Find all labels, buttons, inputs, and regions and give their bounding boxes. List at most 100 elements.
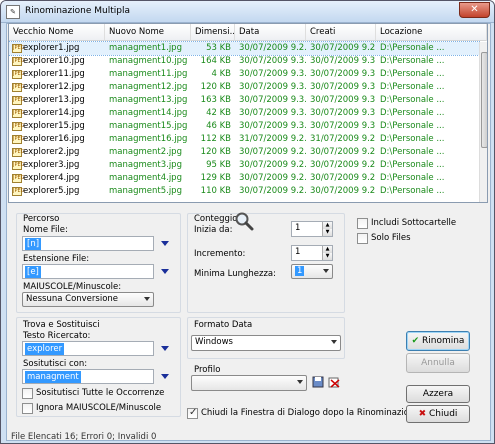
incremento-spinner[interactable]: 1 ▲ ▼ bbox=[291, 245, 333, 261]
table-row[interactable]: JPEG explorer16.jpg managment16.jpg 112 KB 3… bbox=[9, 133, 479, 146]
estensione-menu-arrow-icon[interactable] bbox=[161, 269, 169, 274]
cell-size: 42 KB bbox=[206, 108, 231, 118]
col-header-date[interactable]: Data bbox=[235, 24, 306, 41]
chiudi-button[interactable]: ✖ Chiudi bbox=[406, 405, 470, 423]
col-header-new-name[interactable]: Nuovo Nome bbox=[105, 24, 191, 41]
cell-date: 30/07/2009 9.3... bbox=[239, 95, 306, 105]
jpeg-file-icon: JPEG bbox=[12, 148, 25, 157]
chevron-down-icon bbox=[297, 380, 303, 384]
cell-new: managment4.jpg bbox=[109, 173, 182, 183]
cell-new: managment5.jpg bbox=[109, 186, 182, 196]
table-row[interactable]: JPEG explorer14.jpg managment14.jpg 42 KB 30… bbox=[9, 107, 479, 120]
testo-input[interactable]: explorer bbox=[22, 341, 154, 356]
case-select-value: Nessuna Conversione bbox=[26, 294, 119, 304]
chevron-down-icon bbox=[144, 297, 150, 301]
cell-created: 30/07/2009 9.3... bbox=[310, 121, 376, 131]
cell-loc: D:\Personale ... bbox=[380, 108, 445, 118]
cell-loc: D:\Personale ... bbox=[380, 56, 445, 66]
delete-profile-icon[interactable] bbox=[328, 376, 340, 388]
col-header-old-name[interactable]: Vecchio Nome bbox=[9, 24, 105, 41]
sostituisci-menu-arrow-icon[interactable] bbox=[161, 374, 169, 379]
table-row[interactable]: JPEG explorer1.jpg managment1.jpg 53 KB 30/0… bbox=[9, 41, 480, 56]
title-bar[interactable]: ✎ Rinominazione Multipla ✕ bbox=[1, 1, 494, 23]
chevron-down-icon bbox=[323, 269, 329, 273]
minima-select[interactable]: 1 bbox=[291, 264, 333, 279]
list-scrollbar[interactable] bbox=[479, 42, 487, 202]
inizia-spinner[interactable]: 1 ▲ ▼ bbox=[291, 221, 333, 237]
cell-size: 129 KB bbox=[200, 173, 231, 183]
chiudi-dopo-checkbox[interactable] bbox=[187, 407, 198, 419]
cell-created: 30/07/2009 9.3... bbox=[310, 69, 376, 79]
col-header-created[interactable]: Creati bbox=[306, 24, 376, 41]
solo-files-checkbox[interactable] bbox=[357, 233, 368, 244]
annulla-button[interactable]: Annulla bbox=[406, 353, 470, 373]
cell-old: explorer5.jpg bbox=[23, 186, 80, 196]
cell-loc: D:\Personale ... bbox=[380, 147, 445, 157]
cell-date: 30/07/2009 9.3... bbox=[239, 121, 306, 131]
testo-menu-arrow-icon[interactable] bbox=[161, 346, 169, 351]
check-icon: ✔ bbox=[411, 336, 420, 346]
cell-loc: D:\Personale ... bbox=[380, 160, 445, 170]
cell-new: managment11.jpg bbox=[109, 69, 188, 79]
save-profile-icon[interactable] bbox=[312, 376, 324, 388]
cell-old: explorer15.jpg bbox=[23, 121, 85, 131]
table-row[interactable]: JPEG explorer13.jpg managment13.jpg 163 KB 3… bbox=[9, 94, 479, 107]
table-row[interactable]: JPEG explorer5.jpg managment5.jpg 110 KB 30/… bbox=[9, 185, 479, 198]
close-window-button[interactable]: ✕ bbox=[459, 2, 490, 18]
nome-file-input[interactable]: [n] bbox=[22, 236, 154, 251]
table-row[interactable]: JPEG explorer11.jpg managment11.jpg 4 KB 30/… bbox=[9, 68, 479, 81]
nome-file-value: [n] bbox=[25, 238, 42, 250]
tutte-label: Sositutisci Tutte le Occorrenze bbox=[36, 388, 165, 398]
cell-new: managment12.jpg bbox=[109, 82, 188, 92]
cell-created: 30/07/2009 9.2... bbox=[310, 160, 376, 170]
nome-file-menu-arrow-icon[interactable] bbox=[161, 241, 169, 246]
estensione-input[interactable]: [e] bbox=[22, 264, 154, 279]
cell-size: 120 KB bbox=[200, 147, 231, 157]
cell-new: managment16.jpg bbox=[109, 134, 188, 144]
cell-date: 30/07/2009 9.2... bbox=[239, 43, 306, 53]
chiudi-dopo-label: Chiudi la Finestra di Dialogo dopo la Ri… bbox=[201, 408, 409, 418]
table-row[interactable]: JPEG explorer12.jpg managment12.jpg 120 KB 3… bbox=[9, 81, 479, 94]
cell-old: explorer10.jpg bbox=[23, 56, 85, 66]
case-label: MAIUSCOLE/Minuscole: bbox=[23, 282, 122, 292]
scrollbar-thumb[interactable] bbox=[481, 52, 487, 148]
formato-select[interactable]: Windows bbox=[191, 335, 341, 351]
cell-old: explorer16.jpg bbox=[23, 134, 85, 144]
solo-files-label: Solo Files bbox=[371, 233, 411, 243]
cell-new: managment2.jpg bbox=[109, 147, 182, 157]
cell-created: 30/07/2009 9.2... bbox=[310, 173, 376, 183]
cell-size: 120 KB bbox=[200, 82, 231, 92]
cell-old: explorer1.jpg bbox=[23, 43, 80, 53]
trova-title: Trova e Sostituisci bbox=[23, 320, 100, 330]
table-row[interactable]: JPEG explorer4.jpg managment4.jpg 129 KB 30/… bbox=[9, 172, 479, 185]
minima-label: Minima Lunghezza: bbox=[194, 269, 277, 279]
cell-date: 30/07/2009 9.2... bbox=[239, 160, 306, 170]
nome-file-label: Nome File: bbox=[23, 225, 68, 235]
list-header: Vecchio Nome Nuovo Nome Dimensi... Data … bbox=[9, 24, 487, 41]
cell-loc: D:\Personale ... bbox=[380, 134, 445, 144]
tutte-checkbox[interactable] bbox=[22, 388, 33, 399]
cell-created: 30/07/2009 9.2... bbox=[310, 147, 376, 157]
table-row[interactable]: JPEG explorer3.jpg managment3.jpg 95 KB 30/0… bbox=[9, 159, 479, 172]
table-row[interactable]: JPEG explorer2.jpg managment2.jpg 120 KB 30/… bbox=[9, 146, 479, 159]
table-row[interactable]: JPEG explorer10.jpg managment10.jpg 164 KB 3… bbox=[9, 55, 479, 68]
rinomina-button[interactable]: ✔ Rinomina bbox=[406, 331, 470, 351]
jpeg-file-icon: JPEG bbox=[12, 135, 25, 144]
cell-loc: D:\Personale ... bbox=[380, 121, 445, 131]
col-header-size[interactable]: Dimensi... bbox=[191, 24, 235, 41]
ignora-checkbox[interactable] bbox=[22, 403, 33, 414]
cell-loc: D:\Personale ... bbox=[380, 95, 445, 105]
table-row[interactable]: JPEG explorer15.jpg managment15.jpg 46 KB 30… bbox=[9, 120, 479, 133]
profilo-select[interactable] bbox=[191, 375, 307, 391]
case-select[interactable]: Nessuna Conversione bbox=[22, 292, 154, 307]
list-rows: JPEG explorer1.jpg managment1.jpg 53 KB 30/0… bbox=[9, 41, 480, 198]
col-header-location[interactable]: Locazione bbox=[376, 24, 487, 41]
window-title: Rinominazione Multipla bbox=[25, 6, 131, 16]
cell-new: managment14.jpg bbox=[109, 108, 188, 118]
sottocartelle-checkbox[interactable] bbox=[357, 218, 368, 229]
sostituisci-input[interactable]: managment bbox=[22, 369, 154, 384]
file-list[interactable]: Vecchio Nome Nuovo Nome Dimensi... Data … bbox=[8, 23, 488, 203]
azzera-button[interactable]: Azzera bbox=[406, 385, 470, 403]
magnifier-icon bbox=[235, 212, 254, 231]
testo-value: explorer bbox=[25, 343, 65, 355]
